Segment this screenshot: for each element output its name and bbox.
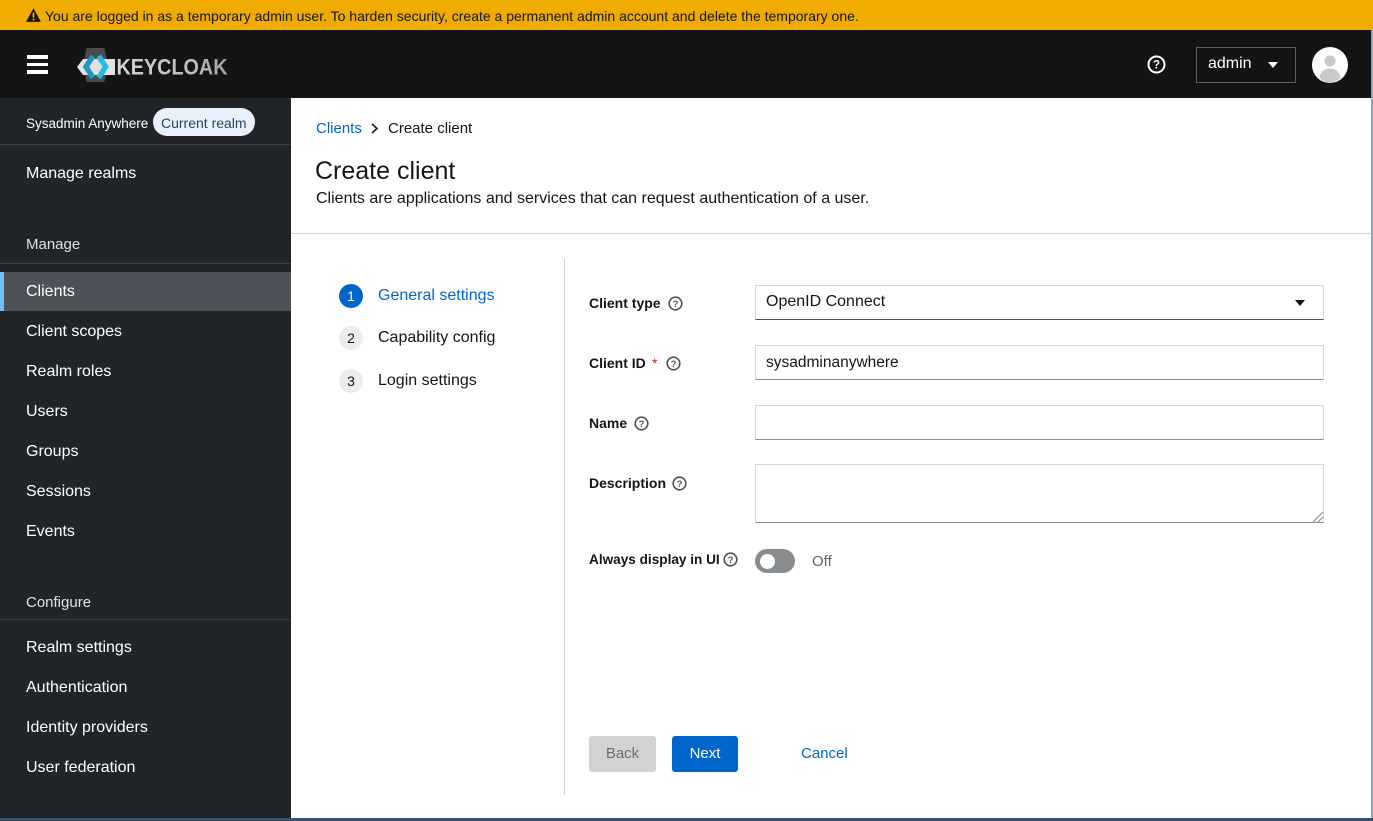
- svg-text:?: ?: [1153, 60, 1160, 72]
- svg-text:?: ?: [673, 299, 679, 310]
- svg-text:KEYCLOAK: KEYCLOAK: [117, 55, 228, 80]
- svg-text:?: ?: [639, 419, 645, 430]
- svg-text:?: ?: [671, 359, 677, 370]
- svg-text:?: ?: [728, 555, 734, 566]
- svg-text:?: ?: [677, 479, 683, 490]
